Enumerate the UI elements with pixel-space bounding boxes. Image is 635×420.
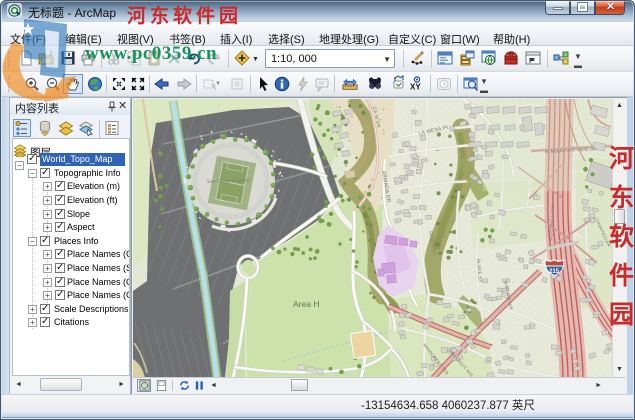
svg-text:XY: XY [410,83,421,92]
svg-text:215: 215 [549,269,560,275]
svg-text:Area H: Area H [293,299,319,309]
